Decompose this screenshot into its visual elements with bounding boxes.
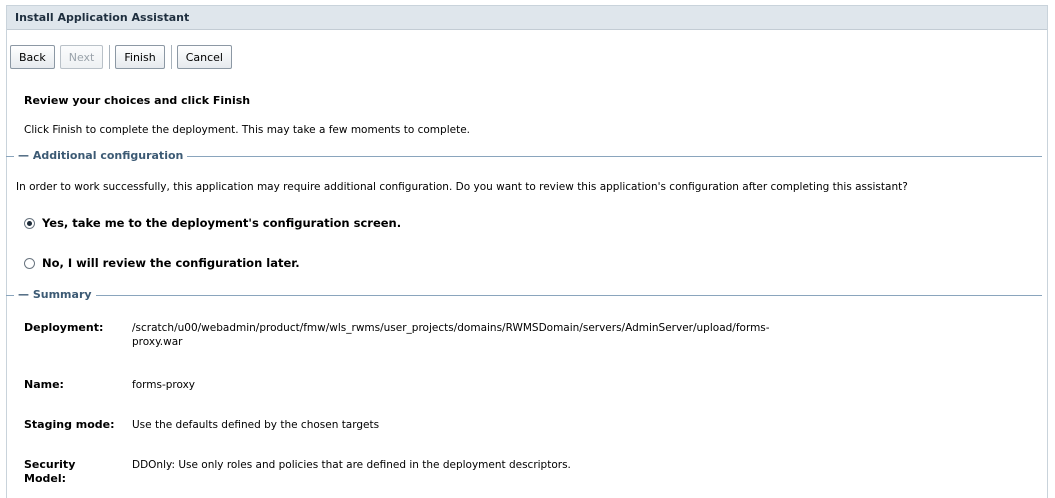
additional-config-description: In order to work successfully, this appl… bbox=[16, 181, 908, 193]
radio-button-checked[interactable] bbox=[24, 217, 35, 229]
deployment-path-line1: /scratch/u00/webadmin/product/fmw/wls_rw… bbox=[132, 322, 770, 334]
next-button[interactable]: Next bbox=[59, 45, 104, 69]
section-title-additional-config: — Additional configuration bbox=[14, 149, 188, 162]
deployment-path-line2: proxy.war bbox=[132, 336, 183, 348]
page-heading: Review your choices and click Finish bbox=[24, 94, 251, 107]
back-button[interactable]: Back bbox=[10, 45, 55, 69]
radio-option-no[interactable]: No, I will review the configuration late… bbox=[24, 256, 300, 270]
button-bar: Back Next Finish Cancel bbox=[10, 45, 237, 69]
radio-label-no[interactable]: No, I will review the configuration late… bbox=[42, 256, 300, 270]
cancel-button[interactable]: Cancel bbox=[176, 45, 232, 69]
radio-label-yes[interactable]: Yes, take me to the deployment's configu… bbox=[42, 216, 401, 230]
section-title-text: Additional configuration bbox=[32, 149, 184, 162]
finish-button[interactable]: Finish bbox=[115, 45, 165, 69]
summary-label-deployment: Deployment: bbox=[24, 321, 104, 334]
button-separator bbox=[170, 45, 172, 69]
page-instructions: Click Finish to complete the deployment.… bbox=[24, 124, 470, 136]
summary-label-staging-mode: Staging mode: bbox=[24, 418, 115, 431]
section-divider bbox=[6, 295, 1042, 296]
button-separator bbox=[109, 45, 111, 69]
radio-option-yes[interactable]: Yes, take me to the deployment's configu… bbox=[24, 216, 401, 230]
security-label-line1: Security bbox=[24, 458, 76, 471]
summary-label-security-model: Security Model: bbox=[24, 458, 75, 486]
summary-value-name: forms-proxy bbox=[132, 379, 196, 391]
summary-value-security-model: DDOnly: Use only roles and policies that… bbox=[132, 459, 571, 471]
window-title: Install Application Assistant bbox=[7, 6, 1047, 30]
section-title-summary: — Summary bbox=[14, 288, 96, 301]
summary-label-name: Name: bbox=[24, 378, 64, 391]
summary-value-staging-mode: Use the defaults defined by the chosen t… bbox=[132, 419, 380, 431]
radio-button-unchecked[interactable] bbox=[24, 257, 35, 269]
security-label-line2: Model: bbox=[24, 472, 67, 485]
summary-value-deployment: /scratch/u00/webadmin/product/fmw/wls_rw… bbox=[132, 321, 770, 349]
section-title-text: Summary bbox=[32, 288, 92, 301]
